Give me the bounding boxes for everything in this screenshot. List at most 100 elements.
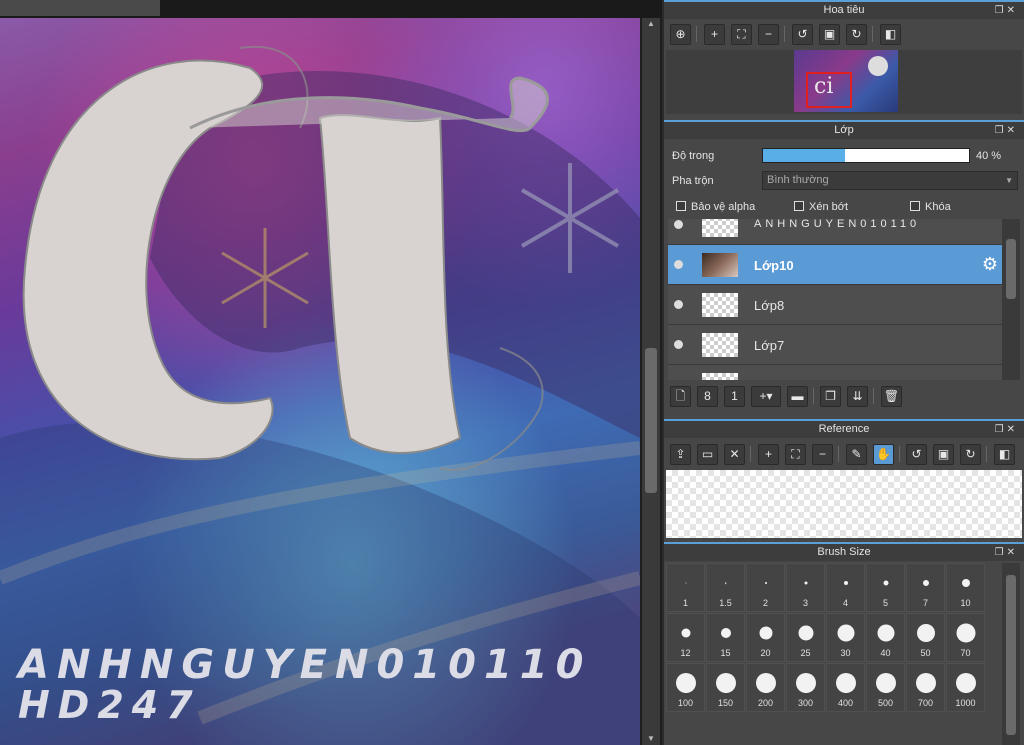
add-layer-dropdown-icon[interactable]: +▾ xyxy=(751,386,781,407)
brush-size-cell[interactable]: 7 xyxy=(906,563,945,612)
brush-size-cell[interactable]: 150 xyxy=(706,663,745,712)
brush-size-cell[interactable]: 400 xyxy=(826,663,865,712)
navigator-thumbnail[interactable]: ci xyxy=(794,50,898,112)
brush-size-cell[interactable]: 1 xyxy=(666,563,705,612)
duplicate-icon[interactable]: ❐ xyxy=(820,386,841,407)
brush-size-cell[interactable]: 500 xyxy=(866,663,905,712)
reset-icon[interactable]: ▣ xyxy=(933,444,954,465)
brush-size-cell[interactable]: 1000 xyxy=(946,663,985,712)
rotate-left-icon[interactable]: ↺ xyxy=(792,24,813,45)
zoom-out-icon[interactable]: − xyxy=(812,444,833,465)
protect-alpha-checkbox[interactable]: Bảo vệ alpha xyxy=(676,201,755,213)
brush-dot-icon xyxy=(961,579,970,587)
brush-size-cell[interactable]: 10 xyxy=(946,563,985,612)
visibility-eye-icon[interactable] xyxy=(674,220,683,229)
brush-size-cell[interactable]: 100 xyxy=(666,663,705,712)
brush-size-cell[interactable]: 40 xyxy=(866,613,905,662)
brush-size-cell[interactable]: 1.5 xyxy=(706,563,745,612)
panel-controls[interactable]: ❐✕ xyxy=(995,2,1018,19)
visibility-eye-icon[interactable] xyxy=(674,260,683,269)
fit-window-icon[interactable]: ⛶ xyxy=(785,444,806,465)
canvas-area[interactable]: ANHNGUYEN010110 HD247 ▲ ▼ xyxy=(0,0,662,745)
layer-list[interactable]: ANHNGUYEN010110 Lớp10 ⚙ Lớp8 Lớp7 xyxy=(668,219,1002,380)
visibility-eye-icon[interactable] xyxy=(674,340,683,349)
open-folder-icon[interactable]: ▭ xyxy=(697,444,718,465)
panel-controls[interactable]: ❐✕ xyxy=(995,122,1018,139)
brush-size-cell[interactable]: 300 xyxy=(786,663,825,712)
new-layer-8bit-icon[interactable]: 8 xyxy=(697,386,718,407)
brush-size-label: 300 xyxy=(797,698,814,708)
reset-icon[interactable]: ▣ xyxy=(819,24,840,45)
zoom-fit-icon[interactable]: ⊕ xyxy=(670,24,691,45)
rotate-right-icon[interactable]: ↻ xyxy=(960,444,981,465)
brush-dot-icon xyxy=(715,673,736,693)
panel-controls[interactable]: ❐✕ xyxy=(995,421,1018,438)
brush-size-scrollbar[interactable] xyxy=(1002,563,1020,745)
brush-size-label: 1000 xyxy=(955,698,976,708)
brush-size-cell[interactable]: 20 xyxy=(746,613,785,662)
gear-icon[interactable]: ⚙ xyxy=(982,254,998,275)
brush-size-cell[interactable]: 700 xyxy=(906,663,945,712)
lock-checkbox[interactable]: Khóa xyxy=(910,201,951,213)
clipping-checkbox[interactable]: Xén bớt xyxy=(794,201,848,213)
rotate-right-icon[interactable]: ↻ xyxy=(846,24,867,45)
brush-size-label: 1 xyxy=(682,598,688,608)
layer-list-scrollbar[interactable] xyxy=(1002,219,1020,380)
layer-name: Lớp8 xyxy=(754,298,785,313)
brush-size-cell[interactable]: 70 xyxy=(946,613,985,662)
brush-dot-icon xyxy=(877,624,894,642)
scroll-thumb[interactable] xyxy=(1006,239,1016,299)
viewport-frame[interactable] xyxy=(806,72,852,108)
close-icon[interactable]: ✕ xyxy=(724,444,745,465)
brush-size-cell[interactable]: 5 xyxy=(866,563,905,612)
new-layer-1bit-icon[interactable]: 1 xyxy=(724,386,745,407)
rotate-left-icon[interactable]: ↺ xyxy=(906,444,927,465)
flip-icon[interactable]: ◧ xyxy=(880,24,901,45)
opacity-slider[interactable] xyxy=(762,148,970,163)
reference-canvas[interactable] xyxy=(666,470,1022,538)
brush-size-cell[interactable]: 3 xyxy=(786,563,825,612)
eyedropper-icon[interactable]: ✎ xyxy=(846,444,867,465)
brush-size-cell[interactable]: 4 xyxy=(826,563,865,612)
layer-item-lop10[interactable]: Lớp10 ⚙ xyxy=(668,245,1002,285)
document-tab-strip xyxy=(0,0,662,18)
zoom-in-icon[interactable]: + xyxy=(704,24,725,45)
scroll-thumb[interactable] xyxy=(645,348,657,493)
flip-icon[interactable]: ◧ xyxy=(994,444,1015,465)
brush-size-label: 10 xyxy=(960,598,971,608)
brush-size-cell[interactable]: 25 xyxy=(786,613,825,662)
zoom-in-icon[interactable]: + xyxy=(758,444,779,465)
layer-item-lop7[interactable]: Lớp7 xyxy=(668,325,1002,365)
delete-icon[interactable]: 🗑 xyxy=(881,386,902,407)
artwork-canvas[interactable]: ANHNGUYEN010110 HD247 xyxy=(0,18,640,745)
scroll-up-arrow-icon[interactable]: ▲ xyxy=(642,18,660,30)
canvas-vertical-scrollbar[interactable]: ▲ ▼ xyxy=(642,18,660,745)
brush-size-title-text: Brush Size xyxy=(817,546,871,558)
visibility-eye-icon[interactable] xyxy=(674,300,683,309)
new-layer-icon[interactable]: 🗋 xyxy=(670,386,691,407)
fit-window-icon[interactable]: ⛶ xyxy=(731,24,752,45)
scroll-thumb[interactable] xyxy=(1006,575,1016,735)
brush-size-cell[interactable]: 2 xyxy=(746,563,785,612)
layer-item-anhnguyen[interactable]: ANHNGUYEN010110 xyxy=(668,219,1002,245)
brush-size-cell[interactable]: 50 xyxy=(906,613,945,662)
brush-size-cell[interactable]: 200 xyxy=(746,663,785,712)
brush-size-label: 15 xyxy=(720,648,731,658)
navigator-preview[interactable]: ci xyxy=(666,50,1022,114)
brush-size-cell[interactable]: 15 xyxy=(706,613,745,662)
brush-size-cell[interactable]: 12 xyxy=(666,613,705,662)
layer-item-lop8[interactable]: Lớp8 xyxy=(668,285,1002,325)
brush-size-label: 150 xyxy=(717,698,734,708)
zoom-out-icon[interactable]: − xyxy=(758,24,779,45)
new-folder-icon[interactable]: ▬ xyxy=(787,386,808,407)
brush-size-label: 25 xyxy=(800,648,811,658)
document-tab[interactable] xyxy=(0,0,160,16)
upload-icon[interactable]: ⇪ xyxy=(670,444,691,465)
panel-controls[interactable]: ❐✕ xyxy=(995,544,1018,561)
layer-item-partial[interactable] xyxy=(668,365,1002,380)
brush-size-cell[interactable]: 30 xyxy=(826,613,865,662)
hand-icon[interactable]: ✋ xyxy=(873,444,894,465)
scroll-down-arrow-icon[interactable]: ▼ xyxy=(642,733,660,745)
blend-mode-select[interactable]: Bình thường ▼ xyxy=(762,171,1018,190)
merge-down-icon[interactable]: ⇊ xyxy=(847,386,868,407)
